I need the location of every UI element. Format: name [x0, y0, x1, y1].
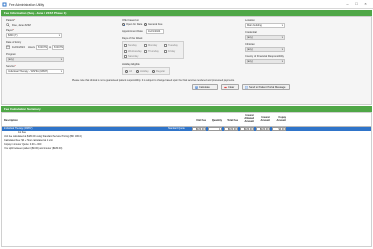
open-for-date-label: Open for Date	[126, 23, 143, 26]
day-checkbox[interactable]	[124, 55, 127, 58]
chevron-down-icon: ▾	[60, 70, 62, 73]
chevron-down-icon: ▾	[281, 36, 283, 39]
appointment-date-label: Appointment Date	[122, 30, 143, 33]
date-of-entry-value[interactable]: 11/21/2024	[12, 46, 25, 49]
patient-search-icon[interactable]	[6, 23, 10, 27]
hours-label: Hours	[28, 46, 35, 49]
holiday-regular-label: Regular	[156, 70, 166, 73]
offer-based-on-label: Offer based on	[122, 19, 140, 22]
fee-info-panel: Patient* Doe, Jane ZZZZ Payer* $300 (T) ▾…	[1, 16, 372, 105]
holiday-holiday-label: Holiday	[140, 70, 149, 73]
date-of-entry-label: Date of Entry	[6, 41, 22, 44]
day-label: Friday	[168, 50, 176, 53]
service-select[interactable]: Individual Therapy - WSHIA (93837) ▾	[6, 69, 64, 74]
envelope-icon	[244, 86, 248, 89]
day-label: Tuesday	[168, 44, 178, 47]
days-of-week-group: Sunday Monday Tuesday Wednesday Thursday…	[122, 41, 184, 59]
holiday-eligible-label: Holiday Eligible	[122, 63, 140, 66]
day-checkbox[interactable]	[124, 50, 127, 53]
app-icon	[2, 2, 7, 7]
day-label: Thursday	[148, 50, 159, 53]
calculator-icon	[194, 86, 198, 89]
credential-label: Credential	[245, 31, 257, 34]
location-label: Location	[245, 19, 255, 22]
close-icon[interactable]: ×	[362, 1, 369, 7]
col-insurer-allowed: Insurer Allowed Amount	[244, 114, 254, 123]
chevron-down-icon: ▾	[60, 58, 62, 61]
hours-from-input[interactable]: 8:00 PM	[36, 45, 48, 50]
col-quantity: Quantity	[211, 119, 222, 122]
service-label: Service*	[6, 65, 16, 68]
row-description: You split between patient ($0.00) and in…	[4, 147, 63, 150]
days-of-week-label: Days of the Week	[122, 37, 143, 40]
general-fee-label: General Fee	[148, 23, 163, 26]
title-bar: Fee Administration Utility – □ ×	[0, 0, 373, 9]
to-label: to	[49, 46, 52, 49]
day-label: Saturday	[128, 55, 139, 58]
maximize-icon[interactable]: □	[353, 1, 360, 7]
col-insurer-amount: Insurer Amount	[260, 116, 270, 122]
send-to-portal-button[interactable]: Send to Patient Portal Message	[242, 84, 290, 90]
col-copay: Copay Amount	[276, 116, 286, 122]
location-select[interactable]: Main building ▾	[245, 23, 285, 28]
table-row[interactable]: You split between patient ($0.00) and in…	[2, 147, 371, 151]
holiday-all-label: All	[129, 70, 132, 73]
day-checkbox[interactable]	[144, 50, 147, 53]
patient-value[interactable]: Doe, Jane ZZZZ	[12, 24, 31, 27]
holiday-holiday-radio[interactable]	[136, 70, 139, 73]
col-total-fee: Total Fee	[227, 119, 238, 122]
general-fee-radio[interactable]	[144, 23, 147, 26]
eraser-icon	[223, 86, 227, 89]
credential-select[interactable]: (any) ▾	[245, 35, 285, 40]
minimize-icon[interactable]: –	[344, 1, 351, 7]
program-select[interactable]: (any) ▾	[6, 57, 64, 62]
hours-to-input[interactable]: 8:00 PM	[52, 45, 64, 50]
window-title: Fee Administration Utility	[9, 2, 45, 7]
program-label: Program	[6, 53, 16, 56]
disclaimer-note: Please note that clinical is not a guara…	[72, 79, 235, 82]
col-unit-fee: Unit Fee	[196, 119, 206, 122]
day-label: Wednesday	[128, 50, 142, 53]
calendar-icon[interactable]	[6, 45, 10, 49]
chevron-down-icon: ▾	[281, 60, 283, 63]
chevron-down-icon: ▾	[281, 48, 283, 51]
summary-grid: Description Unit Fee Quantity Total Fee …	[1, 112, 372, 247]
payer-label: Payer*	[6, 29, 14, 32]
day-checkbox[interactable]	[164, 50, 167, 53]
appointment-date-input[interactable]: 11/21/2024	[146, 29, 164, 34]
chevron-down-icon: ▾	[281, 24, 283, 27]
day-checkbox[interactable]	[144, 44, 147, 47]
clear-button[interactable]: Clear	[221, 84, 239, 90]
chevron-down-icon: ▾	[58, 34, 60, 37]
payer-select[interactable]: $300 (T) ▾	[6, 33, 62, 38]
day-checkbox[interactable]	[124, 44, 127, 47]
county-label: County of Financial Responsibility	[245, 55, 284, 58]
day-checkbox[interactable]	[164, 44, 167, 47]
holiday-all-radio[interactable]	[125, 70, 128, 73]
col-description: Description	[4, 119, 18, 122]
day-label: Monday	[148, 44, 158, 47]
patient-label: Patient*	[6, 19, 16, 22]
clinician-select[interactable]: (any) ▾	[245, 47, 285, 52]
clinician-label: Clinician	[245, 43, 255, 46]
holiday-regular-radio[interactable]	[152, 70, 155, 73]
county-select[interactable]: (any) ▾	[245, 59, 285, 64]
grid-header-row: Description Unit Fee Quantity Total Fee …	[2, 113, 371, 127]
holiday-group: All Holiday Regular	[122, 67, 170, 75]
open-for-date-radio[interactable]	[122, 23, 125, 26]
calculate-button[interactable]: Calculate	[192, 84, 218, 90]
day-label: Sunday	[128, 44, 137, 47]
